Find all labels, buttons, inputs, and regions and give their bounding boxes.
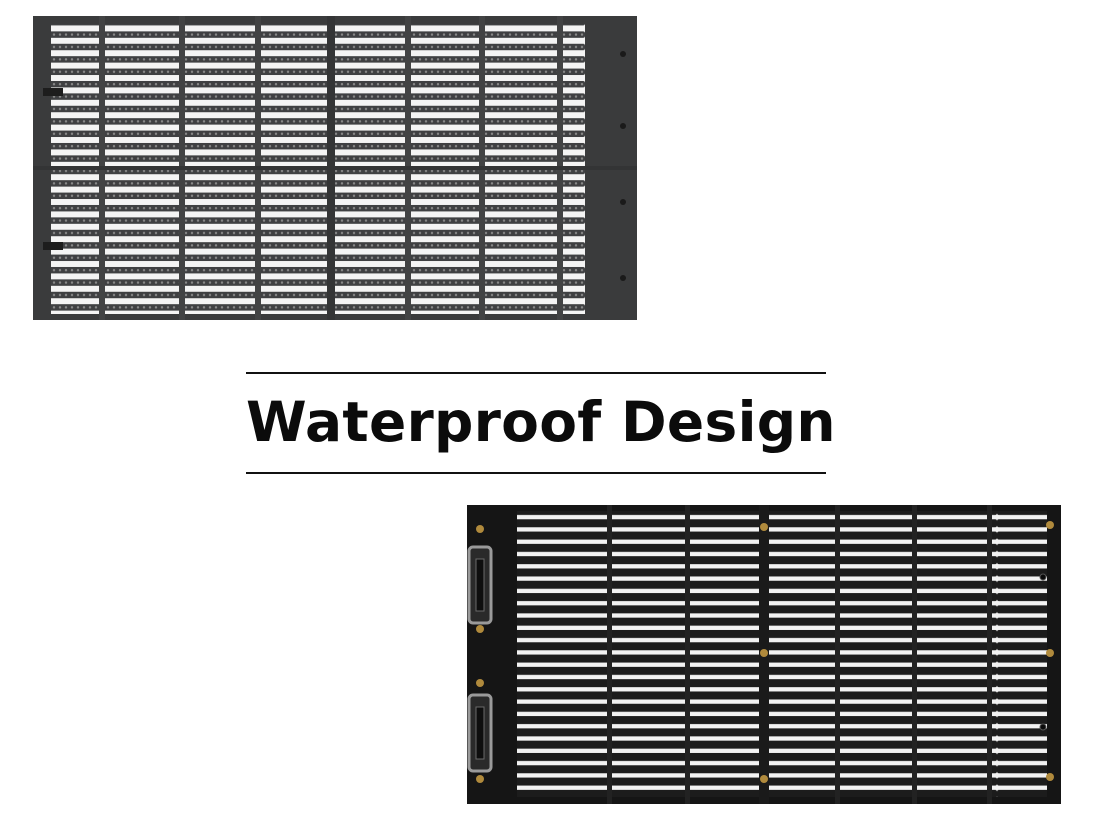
heading-block: Waterproof Design [246,372,836,475]
led-panel-front-image [33,16,637,320]
led-panel-back-image [467,505,1061,804]
heading-top-rule [246,372,826,374]
heading-bottom-rule [246,472,826,474]
page-title: Waterproof Design [246,390,836,454]
